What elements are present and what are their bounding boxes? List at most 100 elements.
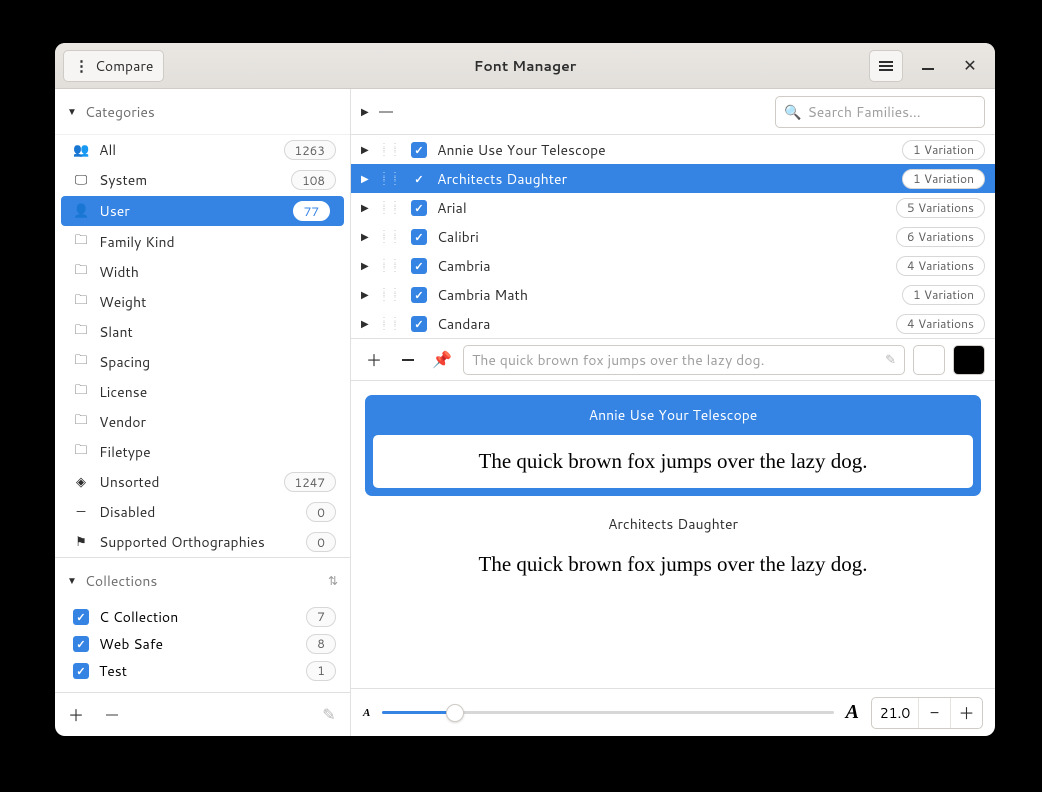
category-item[interactable]: —Disabled0: [55, 497, 350, 527]
checkbox-icon[interactable]: ✓: [411, 229, 427, 245]
hamburger-menu-button[interactable]: [869, 50, 903, 82]
checkbox-icon[interactable]: ✓: [411, 200, 427, 216]
compare-button[interactable]: Compare: [63, 50, 164, 82]
category-label: Weight: [99, 292, 336, 312]
expand-icon[interactable]: ▶: [361, 201, 369, 215]
size-increase-button[interactable]: ＋: [950, 697, 982, 729]
category-item[interactable]: 🗀Slant: [55, 317, 350, 347]
category-item[interactable]: ⚑Supported Orthographies0: [55, 527, 350, 557]
checkbox-icon[interactable]: ✓: [411, 142, 427, 158]
category-icon: 🗀: [73, 351, 89, 373]
search-input[interactable]: [807, 102, 976, 122]
font-row[interactable]: ▶⋮⋮⋮⋮✓Calibri6 Variations: [351, 222, 995, 251]
collapse-icon[interactable]: [379, 111, 393, 113]
category-item[interactable]: 🗀Filetype: [55, 437, 350, 467]
collection-label: C Collection: [99, 607, 296, 627]
expand-icon[interactable]: ▶: [361, 317, 369, 331]
chevron-down-icon: ▼: [67, 105, 77, 119]
category-item[interactable]: 🗀Vendor: [55, 407, 350, 437]
pin-button[interactable]: 📌: [429, 347, 455, 373]
checkbox-icon[interactable]: ✓: [411, 171, 427, 187]
variation-count: 5 Variations: [896, 198, 985, 218]
drag-handle-icon[interactable]: ⋮⋮⋮⋮: [379, 145, 401, 155]
sample-text-field[interactable]: ✎: [463, 345, 905, 375]
size-slider[interactable]: [382, 703, 833, 723]
compare-label: Compare: [95, 56, 153, 76]
minus-icon: [402, 359, 414, 361]
size-value[interactable]: 21.0: [872, 703, 918, 723]
category-item[interactable]: 🗀Spacing: [55, 347, 350, 377]
drag-handle-icon[interactable]: ⋮⋮⋮⋮: [379, 261, 401, 271]
drag-handle-icon[interactable]: ⋮⋮⋮⋮: [379, 319, 401, 329]
preview-sample: The quick brown fox jumps over the lazy …: [365, 552, 981, 577]
category-label: User: [99, 201, 283, 221]
font-row[interactable]: ▶⋮⋮⋮⋮✓Cambria4 Variations: [351, 251, 995, 280]
category-item[interactable]: ◈Unsorted1247: [55, 467, 350, 497]
drag-handle-icon[interactable]: ⋮⋮⋮⋮: [379, 290, 401, 300]
category-item[interactable]: 🖵System108: [55, 165, 350, 195]
foreground-color-swatch[interactable]: [913, 345, 945, 375]
category-item[interactable]: 🗀Width: [55, 257, 350, 287]
collections-header[interactable]: ▼ Collections ⇅: [55, 557, 350, 603]
category-item[interactable]: 👤User77: [61, 196, 344, 226]
collection-item[interactable]: ✓Test1: [55, 657, 350, 684]
expand-icon[interactable]: ▶: [361, 259, 369, 273]
edit-icon[interactable]: ✎: [885, 351, 896, 369]
font-row[interactable]: ▶⋮⋮⋮⋮✓Annie Use Your Telescope1 Variatio…: [351, 135, 995, 164]
checkbox-icon[interactable]: ✓: [73, 609, 89, 625]
font-row[interactable]: ▶⋮⋮⋮⋮✓Cambria Math1 Variation: [351, 280, 995, 309]
remove-font-button[interactable]: [395, 347, 421, 373]
add-font-button[interactable]: ＋: [361, 347, 387, 373]
collection-list: ✓C Collection7✓Web Safe8✓Test1: [55, 603, 350, 692]
categories-header[interactable]: ▼ Categories: [55, 89, 350, 135]
font-row[interactable]: ▶⋮⋮⋮⋮✓Architects Daughter1 Variation: [351, 164, 995, 193]
checkbox-icon[interactable]: ✓: [411, 258, 427, 274]
collection-count: 7: [306, 607, 336, 627]
category-count: 77: [293, 201, 330, 221]
expand-icon[interactable]: ▶: [361, 172, 369, 186]
variation-count: 4 Variations: [896, 314, 985, 334]
sort-icon[interactable]: ⇅: [328, 572, 338, 589]
drag-handle-icon[interactable]: ⋮⋮⋮⋮: [379, 232, 401, 242]
main-toolbar-top: ▶ 🔍: [351, 89, 995, 135]
checkbox-icon[interactable]: ✓: [73, 663, 89, 679]
font-row[interactable]: ▶⋮⋮⋮⋮✓Arial5 Variations: [351, 193, 995, 222]
search-field[interactable]: 🔍: [775, 96, 985, 128]
expand-right-icon[interactable]: ▶: [361, 105, 369, 119]
minimize-button[interactable]: [911, 50, 945, 82]
collection-label: Web Safe: [99, 634, 296, 654]
sidebar-footer: ＋ ✎: [55, 692, 350, 736]
size-decrease-button[interactable]: −: [918, 697, 950, 729]
category-item[interactable]: 🗀License: [55, 377, 350, 407]
background-color-swatch[interactable]: [953, 345, 985, 375]
preview-card[interactable]: Architects Daughter The quick brown fox …: [365, 508, 981, 577]
collection-count: 1: [306, 661, 336, 681]
edit-collection-button[interactable]: ✎: [318, 704, 340, 726]
checkbox-icon[interactable]: ✓: [411, 287, 427, 303]
app-window: Compare Font Manager ✕ ▼ Categories 👥All…: [55, 43, 995, 736]
drag-handle-icon[interactable]: ⋮⋮⋮⋮: [379, 174, 401, 184]
collection-item[interactable]: ✓ C Collection 7: [55, 603, 350, 630]
variation-count: 6 Variations: [896, 227, 985, 247]
category-item[interactable]: 🗀Family Kind: [55, 227, 350, 257]
category-label: All: [99, 140, 274, 160]
close-button[interactable]: ✕: [953, 50, 987, 82]
preview-title: Architects Daughter: [365, 508, 981, 552]
expand-icon[interactable]: ▶: [361, 143, 369, 157]
expand-icon[interactable]: ▶: [361, 288, 369, 302]
checkbox-icon[interactable]: ✓: [411, 316, 427, 332]
expand-icon[interactable]: ▶: [361, 230, 369, 244]
preview-card-selected[interactable]: Annie Use Your Telescope The quick brown…: [365, 395, 981, 496]
category-item[interactable]: 🗀Weight: [55, 287, 350, 317]
collection-item[interactable]: ✓Web Safe8: [55, 630, 350, 657]
category-item[interactable]: 👥All1263: [55, 135, 350, 165]
category-count: 0: [306, 532, 336, 552]
slider-thumb[interactable]: [446, 704, 464, 722]
drag-handle-icon[interactable]: ⋮⋮⋮⋮: [379, 203, 401, 213]
sample-text-input[interactable]: [472, 350, 879, 370]
remove-collection-button[interactable]: [101, 704, 123, 726]
add-collection-button[interactable]: ＋: [65, 704, 87, 726]
hamburger-icon: [879, 59, 893, 73]
font-row[interactable]: ▶⋮⋮⋮⋮✓Candara4 Variations: [351, 309, 995, 338]
checkbox-icon[interactable]: ✓: [73, 636, 89, 652]
